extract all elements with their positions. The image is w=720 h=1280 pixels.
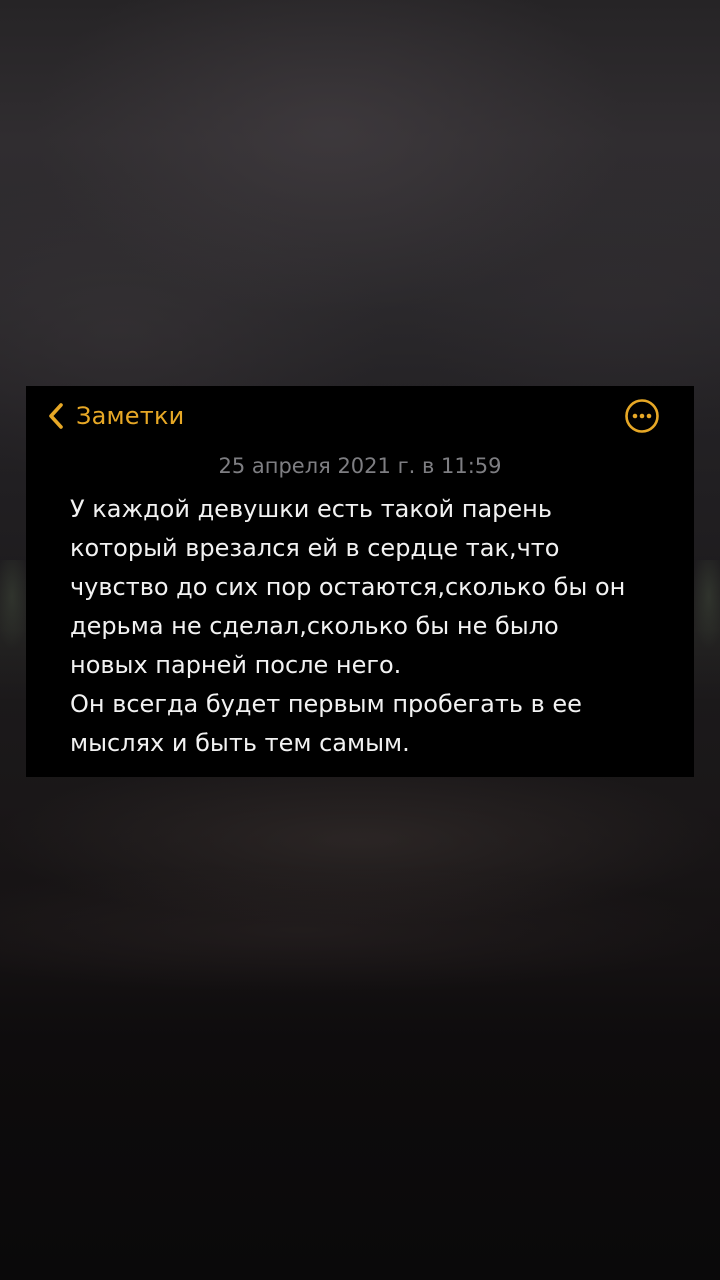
note-line: чувство до сих пор остаются,сколько бы о… (70, 573, 626, 601)
back-button-label: Заметки (76, 402, 185, 430)
background-tree-right (692, 560, 720, 650)
note-line: дерьма не сделал,сколько бы не было (70, 612, 559, 640)
notes-screenshot-card: Заметки 25 апреля 2021 г. в 11:59 У кажд… (26, 386, 694, 777)
chevron-left-icon (49, 403, 63, 429)
note-text[interactable]: У каждой девушки есть такой парень котор… (70, 490, 680, 763)
note-timestamp: 25 апреля 2021 г. в 11:59 (218, 454, 502, 478)
note-line: который врезался ей в сердце так,что (70, 534, 560, 562)
more-options-button[interactable] (624, 398, 660, 434)
note-line: новых парней после него. (70, 651, 402, 679)
note-line: Он всегда будет первым пробегать в ее (70, 690, 582, 718)
background-photo: Заметки 25 апреля 2021 г. в 11:59 У кажд… (0, 0, 720, 1280)
note-line: У каждой девушки есть такой парень (70, 495, 553, 523)
note-line: мыслях и быть тем самым. (70, 729, 410, 757)
back-to-notes-button[interactable]: Заметки (44, 398, 184, 434)
ellipsis-circle-icon (625, 399, 659, 433)
